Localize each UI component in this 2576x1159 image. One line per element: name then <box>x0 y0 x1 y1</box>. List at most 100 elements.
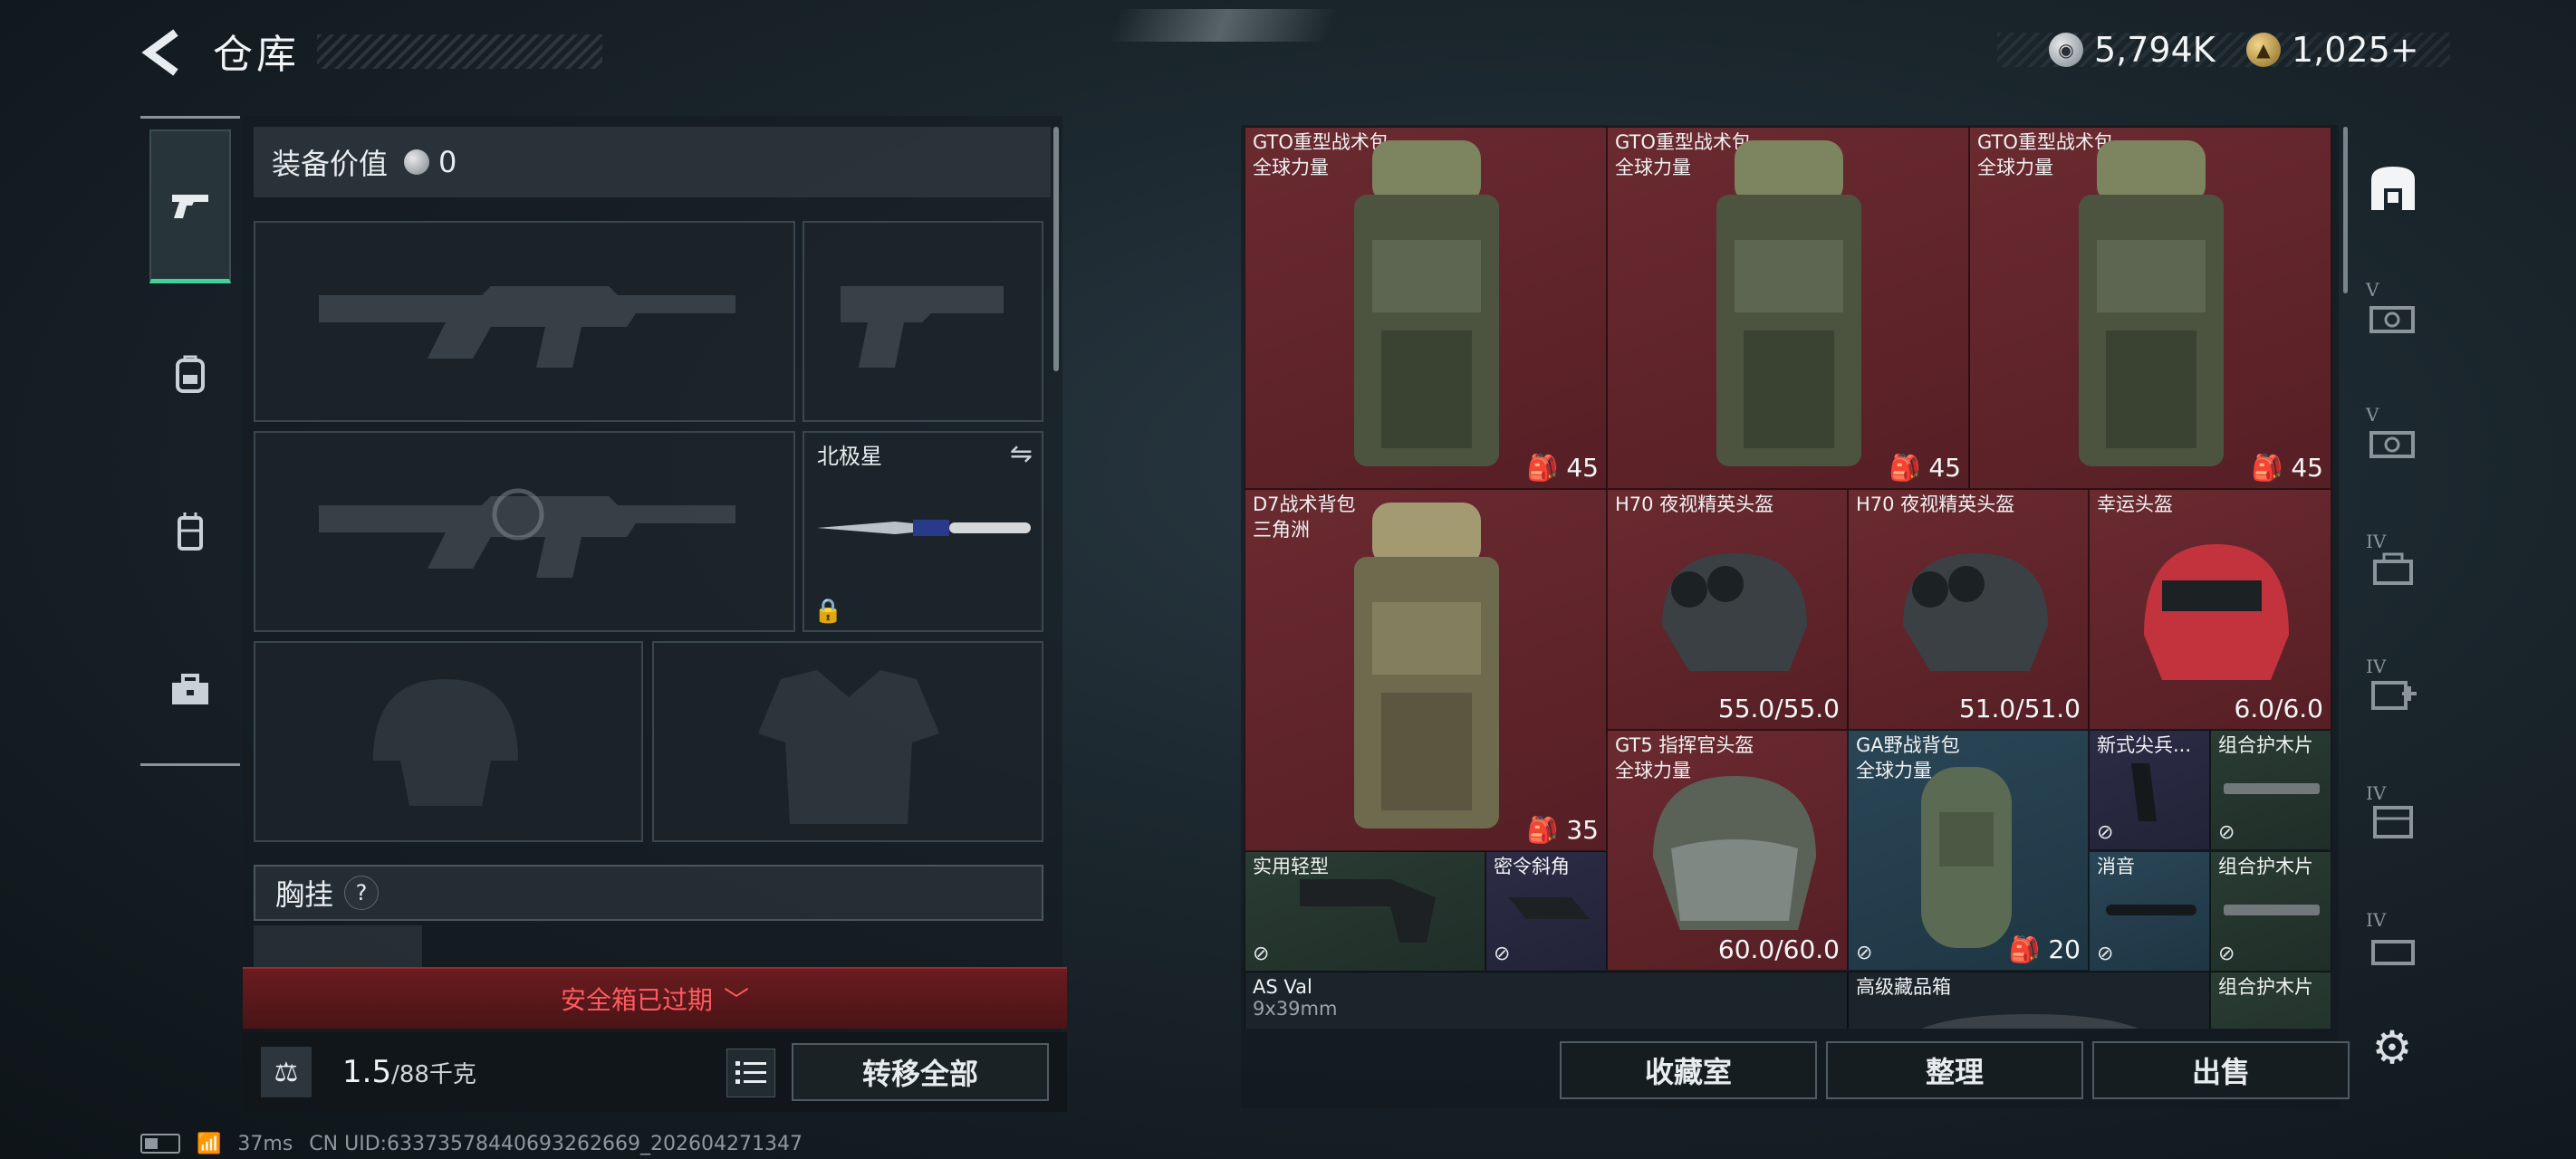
item-cell[interactable]: GA野战背包 全球力量 🎒 20 ⊘ <box>1848 730 2089 971</box>
slot-pistol[interactable] <box>803 221 1043 422</box>
item-name: AS Val <box>1253 976 1312 998</box>
item-cell[interactable]: GT5 指挥官头盔 全球力量 60.0/60.0 <box>1607 730 1848 971</box>
angled-grip-icon <box>1508 897 1590 919</box>
helmet-silhouette-icon <box>373 679 518 806</box>
item-value: 🎒 45 <box>1526 453 1599 483</box>
tab-weapons[interactable] <box>149 129 231 283</box>
no-entry-icon: ⊘ <box>2097 821 2114 844</box>
currency-silver-value: 5,794K <box>2094 30 2216 70</box>
backpack-icon <box>176 355 205 393</box>
tab-storage-iv-2[interactable]: IV <box>2355 637 2431 746</box>
melee-name: 北极星 <box>817 444 882 469</box>
item-cell[interactable]: H70 夜视精英头盔 51.0/51.0 <box>1848 489 2089 730</box>
helmet-icon <box>1662 553 1807 671</box>
no-entry-icon: ⊘ <box>1494 943 1511 965</box>
pistol-silhouette-icon <box>841 286 1004 368</box>
list-icon <box>735 1061 766 1084</box>
tab-storage-iv-1[interactable]: IV <box>2355 512 2431 621</box>
item-cell[interactable]: 组合护木片 <box>2210 972 2331 1029</box>
top-light-glare <box>1108 9 1338 42</box>
slot-secondary-weapon[interactable] <box>254 431 795 632</box>
tab-storage-iv-4[interactable]: IV <box>2355 891 2431 1000</box>
item-subtitle: 全球力量 <box>1977 157 2053 178</box>
item-subtitle: 全球力量 <box>1253 157 1329 178</box>
sort-button[interactable]: 整理 <box>1826 1041 2083 1099</box>
slot-melee[interactable]: 北极星 ⇋ 🔒 <box>803 431 1043 632</box>
item-cell[interactable]: 幸运头盔 6.0/6.0 <box>2089 489 2331 730</box>
item-cell[interactable]: 消音 ⊘ <box>2089 851 2210 972</box>
equipment-value-label: 装备价值 <box>272 147 389 181</box>
tab-vault[interactable] <box>2355 134 2431 243</box>
item-cell[interactable]: 实用轻型 ⊘ <box>1245 851 1485 972</box>
storage-level-label: V <box>2366 279 2379 301</box>
item-value-text: 45 <box>1928 453 1961 483</box>
item-cell[interactable]: GTO重型战术包 全球力量 🎒 45 <box>1607 127 1969 489</box>
back-arrow-icon[interactable] <box>136 25 190 80</box>
no-entry-icon: ⊘ <box>1253 943 1270 965</box>
item-value: 51.0/51.0 <box>1958 694 2081 723</box>
item-cell[interactable]: H70 夜视精英头盔 55.0/55.0 <box>1607 489 1848 730</box>
chest-rig-icon <box>178 512 203 551</box>
battery-icon <box>140 1134 180 1154</box>
tab-chest-rig[interactable] <box>149 455 231 609</box>
slot-helmet[interactable] <box>254 641 643 842</box>
item-value: 55.0/55.0 <box>1717 694 1840 723</box>
chevron-down-icon: ﹀ <box>724 985 750 1015</box>
item-cell[interactable]: 新式尖兵... ⊘ <box>2089 730 2210 850</box>
item-name: 组合护木片 <box>2218 856 2313 877</box>
slot-primary-weapon[interactable] <box>254 221 795 422</box>
swap-icon[interactable]: ⇋ <box>1010 438 1033 470</box>
equipment-value: 0 <box>438 145 457 179</box>
tab-toolbox[interactable] <box>149 613 231 767</box>
item-cell[interactable]: GTO重型战术包 全球力量 🎒 45 <box>1969 127 2331 489</box>
item-cell[interactable]: D7战术背包 三角洲 🎒 35 <box>1245 489 1607 851</box>
no-entry-icon: ⊘ <box>2097 943 2114 965</box>
sell-button[interactable]: 出售 <box>2092 1041 2350 1099</box>
no-entry-icon: ⊘ <box>1856 942 1873 964</box>
chest-rig-header: 胸挂 ? <box>254 865 1043 921</box>
tab-storage-iv-3[interactable]: IV <box>2355 764 2431 873</box>
transfer-all-button[interactable]: 转移全部 <box>792 1043 1049 1101</box>
item-cell[interactable]: 组合护木片 ⊘ <box>2210 730 2331 850</box>
item-cell[interactable]: 高级藏品箱 <box>1848 972 2210 1029</box>
settings-gear-icon[interactable]: ⚙ <box>2366 1021 2418 1074</box>
tab-storage-v-1[interactable]: V <box>2355 261 2431 369</box>
toolbox-icon <box>172 674 208 704</box>
slot-armor[interactable] <box>652 641 1043 842</box>
currency-gold[interactable]: ▲ 1,025+ <box>2246 27 2419 72</box>
list-view-button[interactable] <box>726 1049 775 1097</box>
item-value: 🎒 35 <box>1526 815 1599 845</box>
currency-silver[interactable]: ◉ 5,794K <box>2049 27 2216 72</box>
item-name: 幸运头盔 <box>2097 493 2173 515</box>
inventory-grid: GTO重型战术包 全球力量 🎒 45 GTO重型战术包 全球力量 🎒 45 GT… <box>1245 127 2333 1029</box>
help-button[interactable]: ? <box>344 876 380 910</box>
inventory-scrollbar[interactable] <box>2343 127 2348 293</box>
pistol-icon <box>172 194 208 218</box>
backpack-icon <box>1354 140 1499 466</box>
category-rail <box>140 116 240 766</box>
equipment-scrollbar[interactable] <box>1053 127 1059 371</box>
weight-row: ⚖ 1.5/88千克 转移全部 <box>243 1032 1067 1112</box>
chest-rig-slot[interactable] <box>254 925 422 971</box>
safebox-expired-banner[interactable]: 安全箱已过期 ﹀ <box>243 967 1067 1029</box>
item-name: GA野战背包 <box>1856 734 1960 756</box>
page-title: 仓库 <box>213 32 300 78</box>
collection-room-button[interactable]: 收藏室 <box>1560 1041 1817 1099</box>
helmet-icon <box>1903 553 2048 671</box>
item-cell[interactable]: GTO重型战术包 全球力量 🎒 45 <box>1245 127 1607 489</box>
item-name: 组合护木片 <box>2218 734 2313 756</box>
item-cell[interactable]: AS Val 9x39mm <box>1245 972 1848 1029</box>
item-value: 🎒 20 <box>2008 934 2081 964</box>
handguard-icon <box>2224 905 2320 915</box>
title-decoration <box>317 34 602 69</box>
tab-backpack[interactable] <box>149 298 231 452</box>
rifle-silhouette-icon <box>319 488 735 578</box>
item-cell[interactable]: 组合护木片 ⊘ <box>2210 851 2331 972</box>
rifle-silhouette-icon <box>319 286 735 368</box>
helmet-icon <box>1653 776 1816 930</box>
weight-max: /88千克 <box>391 1061 476 1088</box>
item-cell[interactable]: 密令斜角 ⊘ <box>1485 851 1607 972</box>
item-value-text: 35 <box>1566 815 1599 845</box>
tab-storage-v-2[interactable]: V <box>2355 386 2431 494</box>
item-value-text: 20 <box>2048 934 2081 964</box>
